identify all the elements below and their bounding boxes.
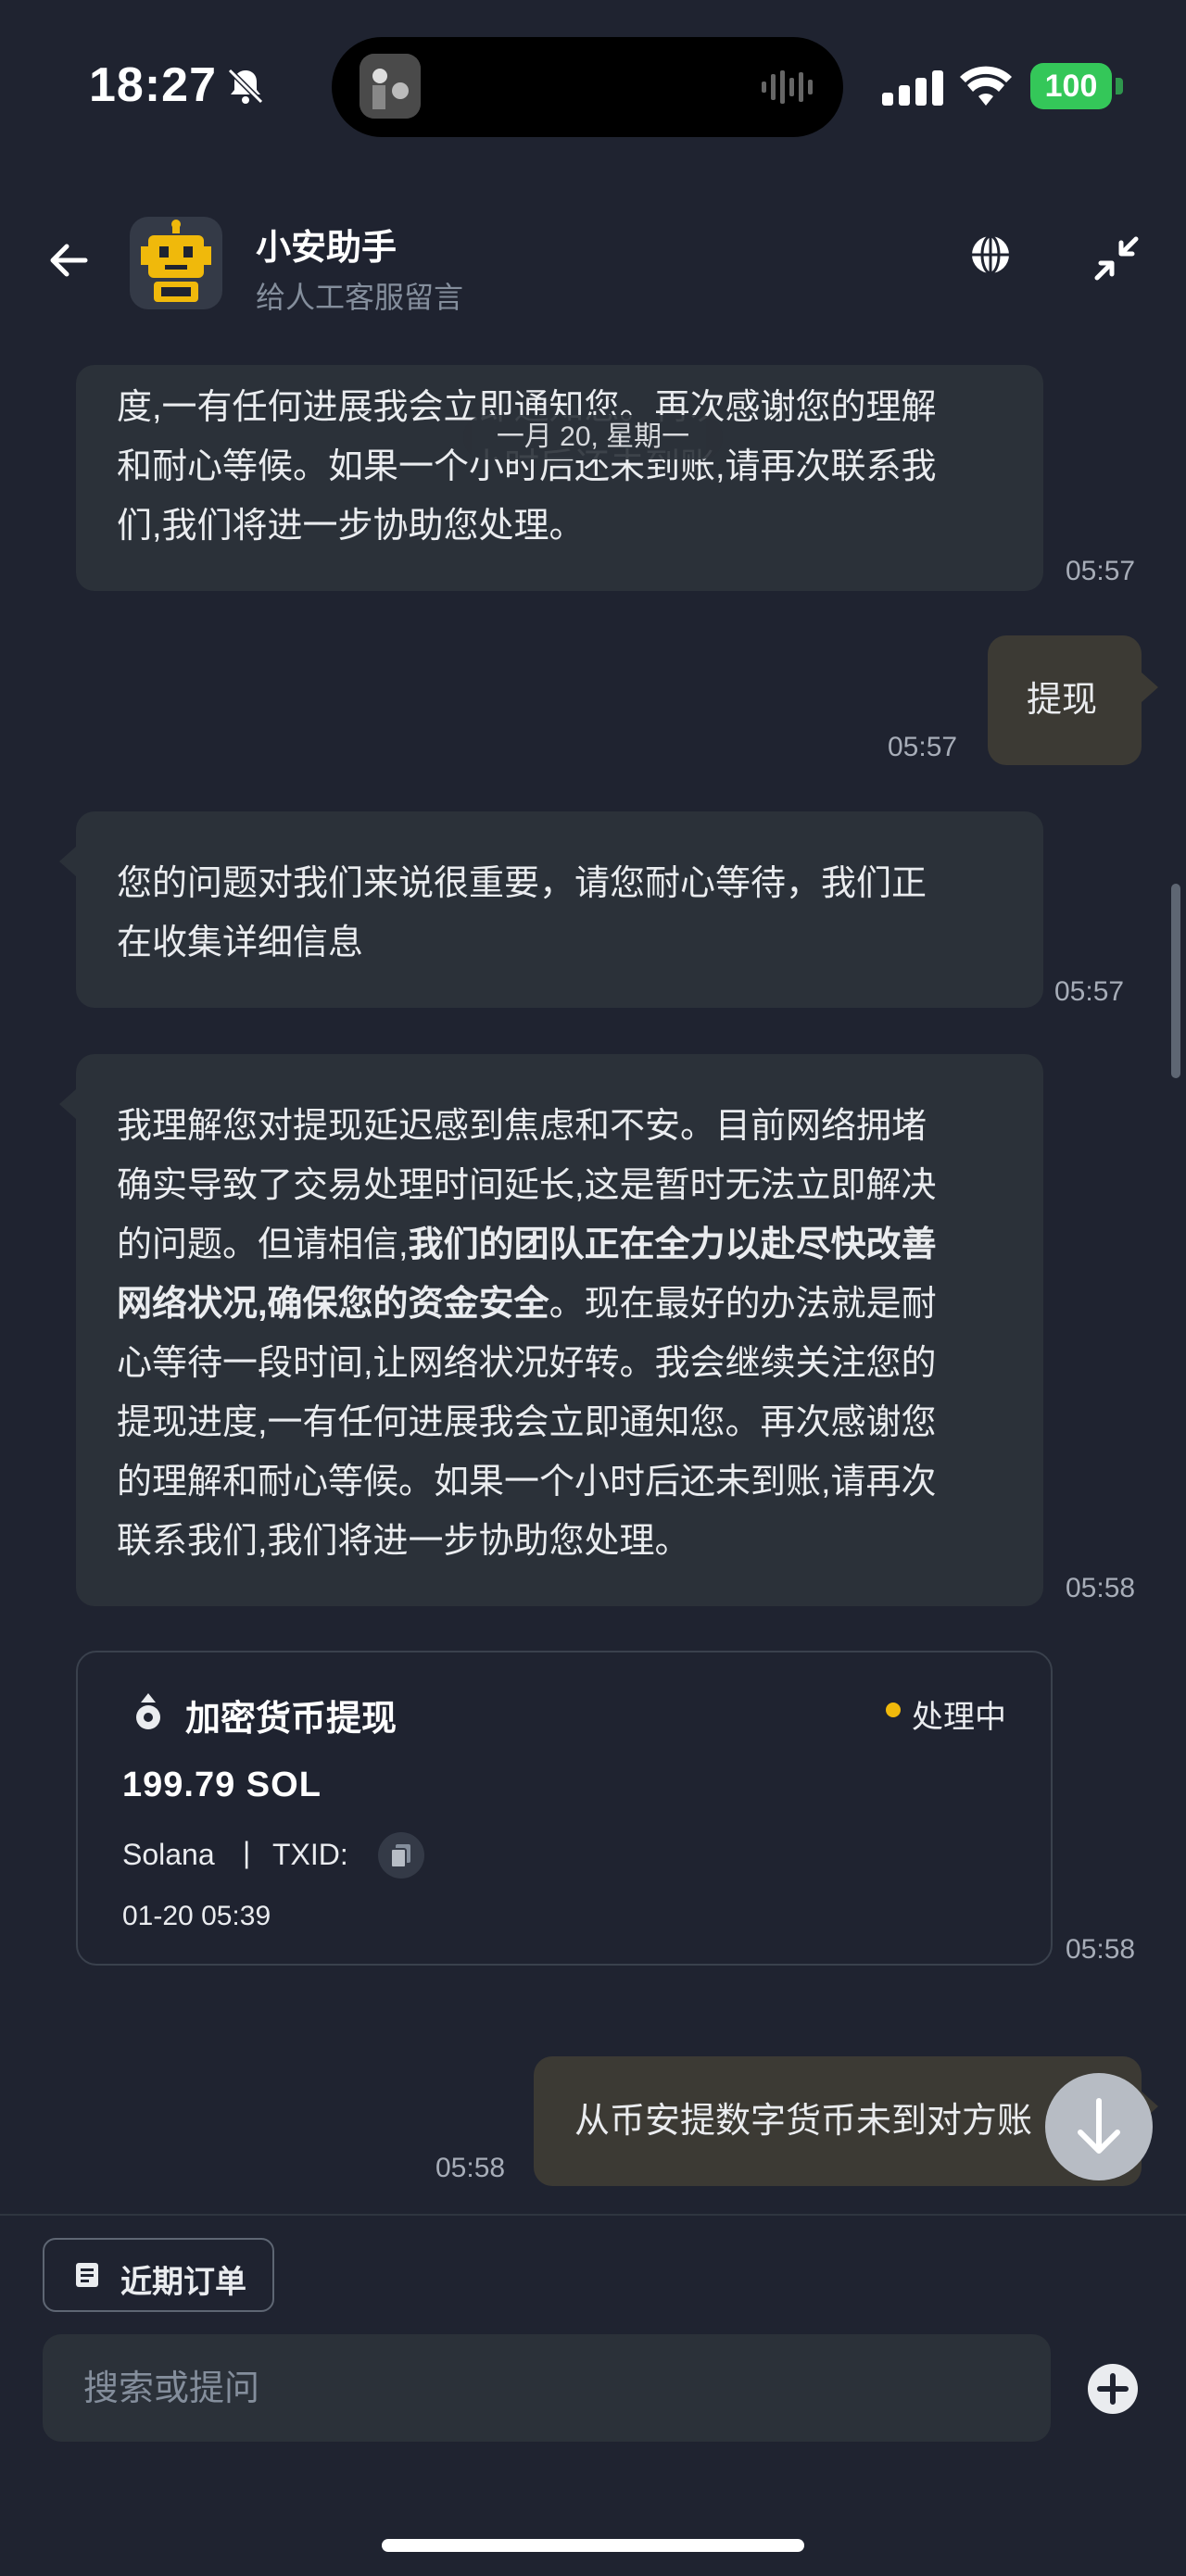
orders-icon [76,2263,98,2287]
home-indicator[interactable] [382,2539,804,2552]
battery-level: 100 [1030,63,1112,109]
chat-title: 小安助手 [256,229,397,268]
message-text: 我理解您对提现延迟感到焦虑和不安。目前网络拥堵 确实导致了交易处理时间延长,这是… [117,1107,937,1561]
search-ask-field[interactable] [43,2334,1051,2444]
message-time: 05:58 [1066,1934,1136,1965]
card-title: 加密货币提现 [185,1700,397,1739]
message-text: 您的问题对我们来说很重要，请您耐心等待，我们正 在收集详细信息 [117,864,927,962]
recent-orders-button[interactable]: 近期订单 [43,2238,274,2312]
bubble-tail [1142,672,1158,702]
copy-icon[interactable] [378,1832,424,1879]
cellular-signal-icon [882,70,943,106]
search-input[interactable] [82,2334,1012,2444]
robot-avatar-icon [130,217,222,309]
scroll-down-icon [1078,2098,1120,2154]
plus-circle-icon[interactable] [1086,2362,1140,2416]
withdraw-amount: 199.79 SOL [122,1766,322,1804]
message-time: 05:57 [888,732,958,762]
media-thumbnail [360,54,421,119]
message-time: 05:57 [1054,976,1125,1007]
message-time: 05:58 [435,2153,506,2183]
status-time: 18:27 [89,58,217,112]
scrollbar[interactable] [1171,884,1180,1078]
back-arrow-icon[interactable] [44,235,95,285]
divider [0,2214,1186,2216]
globe-icon[interactable] [969,233,1012,276]
silent-bell-icon [227,68,264,105]
collapse-icon[interactable] [1093,235,1140,282]
crypto-withdraw-icon [136,1693,160,1729]
battery-tip [1116,78,1123,94]
bubble-tail [59,1089,76,1119]
recent-orders-label: 近期订单 [120,2265,246,2300]
bubble-tail [59,847,76,876]
wifi-icon [960,66,1012,106]
network-name: Solana [122,1838,215,1871]
withdraw-datetime: 01-20 05:39 [122,1901,271,1931]
message-time: 05:58 [1066,1573,1136,1603]
status-badge: 处理中 [912,1700,1006,1735]
audio-wave-icon [762,70,813,104]
message-text: 提现 [1027,681,1098,720]
txid-label: TXID: [272,1838,348,1871]
date-divider: 一月 20, 星期一 [463,415,723,459]
scroll-down-button[interactable] [1045,2073,1153,2180]
message-time: 05:57 [1066,556,1136,586]
status-dot [886,1703,901,1717]
message-text: 从币安提数字货币未到对方账 [574,2102,1033,2141]
message-text: 度,一有任何进展我会立即通知您。再次感谢您的理解 和耐心等候。如果一个小时后还未… [117,388,937,546]
field-separator: | [243,1836,251,1869]
chat-subtitle[interactable]: 给人工客服留言 [256,274,463,317]
